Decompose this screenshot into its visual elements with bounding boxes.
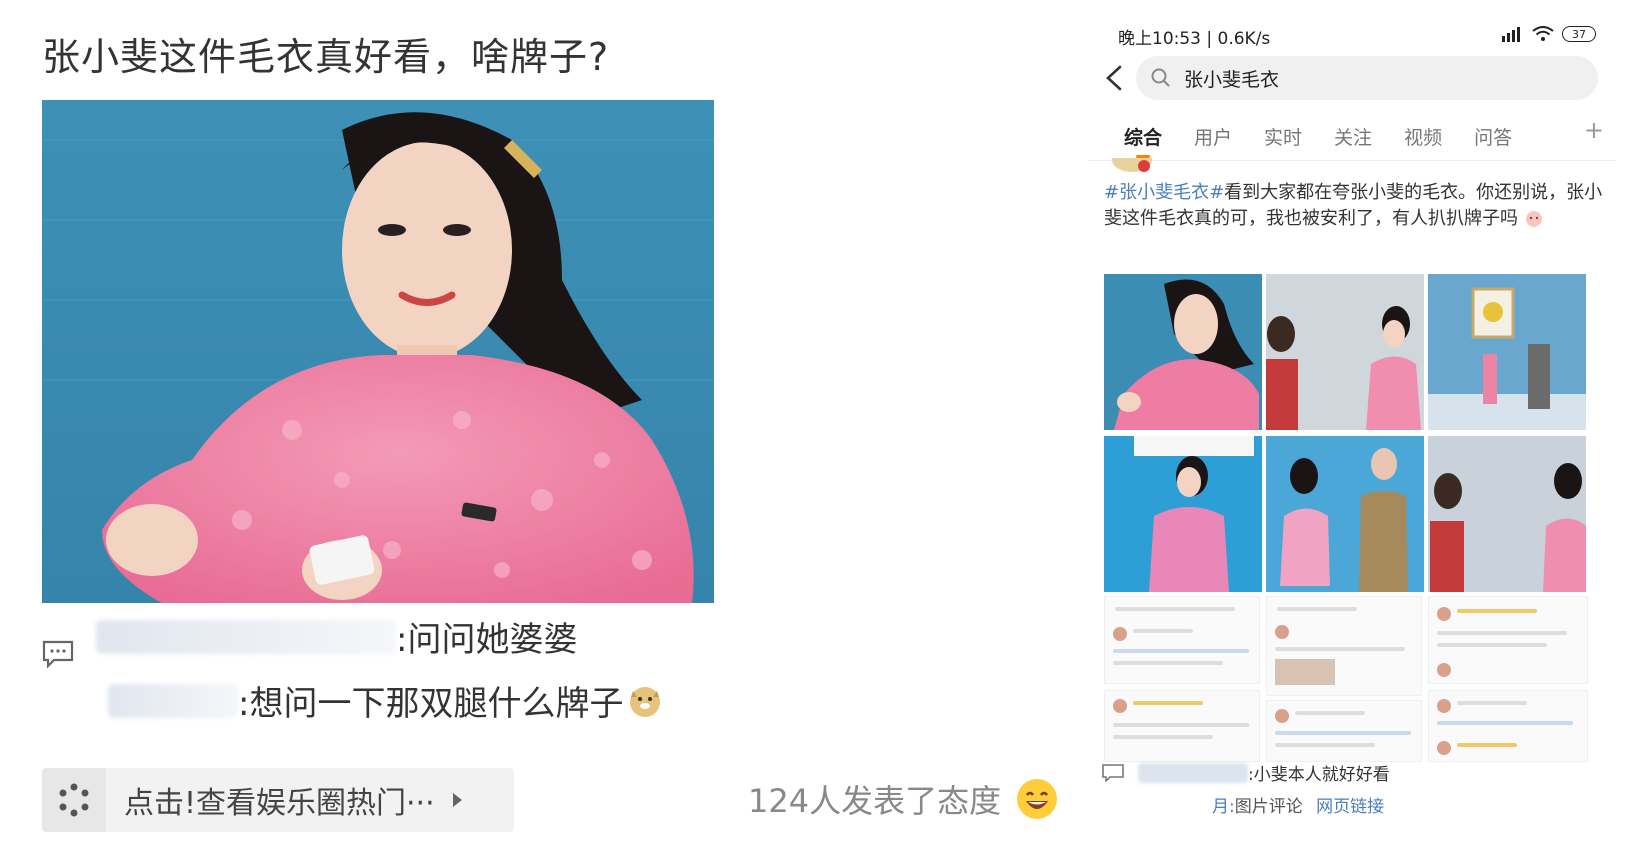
stage-room-thumbnail [1428, 274, 1586, 430]
search-input[interactable]: 张小斐毛衣 [1136, 56, 1598, 100]
repost-card[interactable] [1104, 690, 1260, 762]
avatar[interactable] [1110, 158, 1158, 176]
repost-card[interactable] [1104, 596, 1260, 684]
post-card: 张小斐这件毛衣真好看，啥牌子?:问问她婆婆:想问一下那双腿什么牌子 点击!查… [0, 0, 1080, 857]
tab-video[interactable]: 视频 [1404, 123, 1442, 150]
image-grid [1104, 274, 1590, 594]
grid-image-1[interactable] [1104, 274, 1262, 430]
image-comment-link[interactable]: 图片评论 [1235, 797, 1303, 817]
doge-emoji-icon [630, 686, 661, 717]
blurred-username [96, 619, 396, 654]
battery-icon: 37 [1562, 26, 1596, 42]
bottom-prefix: 月: [1212, 797, 1235, 817]
tab-users[interactable]: 用户 [1194, 123, 1232, 150]
chevron-right-icon [452, 793, 462, 807]
tab-comprehensive[interactable]: 综合 [1124, 123, 1162, 158]
pink-sweater-closeup-thumbnail [1104, 274, 1262, 430]
pink-sweater-fullbody-thumbnail [1104, 436, 1262, 592]
web-link[interactable]: 网页链接 [1316, 797, 1384, 817]
search-query: 张小斐毛衣 [1184, 68, 1280, 91]
blurred-username [1138, 762, 1248, 783]
grid-image-4[interactable] [1104, 436, 1262, 592]
tab-divider [1088, 160, 1616, 161]
woman-in-pink-sweater-illustration [42, 100, 714, 603]
bottom-comment-text: :小斐本人就好好看 [1248, 765, 1390, 785]
comment-row-1: :问问她婆婆 [96, 612, 577, 661]
repost-card[interactable] [1266, 596, 1422, 696]
two-women-thumbnail [1428, 436, 1586, 592]
search-icon [1151, 68, 1170, 87]
grid-image-5[interactable] [1266, 436, 1424, 592]
post-title: 张小斐这件毛衣真好看，啥牌子? [42, 35, 610, 79]
comment-text: :想问一下那双腿什么牌子 [238, 684, 624, 724]
comment-row-2: :想问一下那双腿什么牌子 [108, 676, 663, 725]
attitude-text: 124人发表了态度 [748, 782, 1002, 820]
bottom-comment-row: :小斐本人就好好看 [1102, 760, 1390, 785]
attitude-count[interactable]: 124人发表了态度 [748, 776, 1059, 822]
add-tab-button[interactable]: + [1584, 116, 1604, 144]
repost-card[interactable] [1428, 690, 1588, 762]
status-icons: 37 [1500, 26, 1596, 42]
status-time: 晚上10:53 | 0.6K/s [1118, 29, 1271, 49]
grid-image-6[interactable] [1428, 436, 1586, 592]
grid-image-3[interactable] [1428, 274, 1586, 430]
grid-image-2[interactable] [1266, 274, 1424, 430]
phone-screenshot: 晚上10:53 | 0.6K/s 37 张小斐毛衣 综合 用户 实时 关注 视频… [1088, 12, 1616, 857]
tab-qa[interactable]: 问答 [1474, 123, 1512, 150]
tab-following[interactable]: 关注 [1334, 123, 1372, 150]
post-image[interactable] [42, 100, 714, 603]
comment-bubble-icon [42, 640, 74, 668]
hashtag-link[interactable]: #张小斐毛衣# [1104, 182, 1224, 203]
hot-banner-label: 点击!查看娱乐圈热门··· [124, 786, 435, 821]
repost-card[interactable] [1266, 700, 1422, 762]
loading-spinner-icon [59, 783, 89, 817]
laughing-emoji-icon [1017, 779, 1058, 819]
woman-and-man-stage-thumbnail [1266, 436, 1424, 592]
repost-thumbnails [1104, 596, 1590, 772]
repost-card[interactable] [1428, 596, 1588, 684]
emoji-icon [1525, 211, 1542, 227]
two-women-stage-thumbnail [1266, 274, 1424, 430]
comment-text: :问问她婆婆 [396, 620, 578, 660]
feed-post-text: #张小斐毛衣#看到大家都在夸张小斐的毛衣。你还别说，张小斐这件毛衣真的可，我也被… [1104, 180, 1604, 232]
blurred-username [108, 683, 238, 718]
wifi-icon [1532, 26, 1554, 41]
back-arrow-icon[interactable] [1102, 64, 1126, 92]
search-tabs: 综合 用户 实时 关注 视频 问答 [1088, 116, 1616, 158]
bottom-links: 月:图片评论 网页链接 [1212, 792, 1384, 817]
tab-realtime[interactable]: 实时 [1264, 123, 1302, 150]
signal-icon [1502, 27, 1520, 42]
comment-bubble-icon [1102, 763, 1124, 782]
hot-entertainment-banner[interactable]: 点击!查看娱乐圈热门··· [42, 768, 514, 832]
